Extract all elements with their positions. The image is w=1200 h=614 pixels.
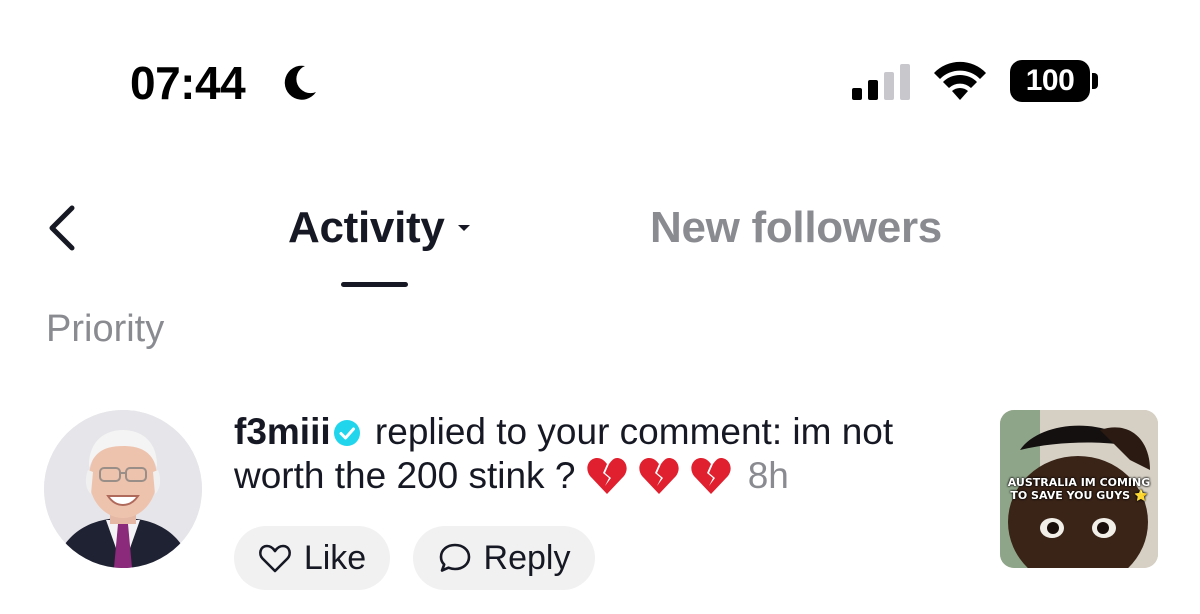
broken-heart-icon [639, 458, 679, 494]
username[interactable]: f3miii [234, 411, 331, 452]
tab-activity-label: Activity [288, 203, 445, 252]
reply-button[interactable]: Reply [413, 526, 595, 590]
signal-icon [852, 64, 910, 100]
status-time: 07:44 [130, 57, 246, 109]
tab-activity[interactable]: Activity [288, 198, 471, 258]
broken-heart-icon [691, 458, 731, 494]
reply-label: Reply [483, 538, 571, 577]
thumbnail-caption: AUSTRALIA IM COMING TO SAVE YOU GUYS ⭐ [1007, 476, 1151, 502]
verified-badge-icon [333, 420, 360, 446]
speech-bubble-icon [439, 543, 470, 572]
timestamp: 8h [747, 455, 789, 496]
activity-page: 07:44 100 Activity New followers Priorit… [0, 0, 1200, 614]
video-thumbnail[interactable]: AUSTRALIA IM COMING TO SAVE YOU GUYS ⭐ [1000, 410, 1158, 568]
battery-indicator: 100 [1010, 60, 1090, 102]
like-button[interactable]: Like [234, 526, 390, 590]
caret-down-icon [457, 225, 470, 231]
heart-outline-icon [258, 544, 291, 573]
broken-heart-icon [587, 458, 627, 494]
section-title: Priority [46, 308, 165, 350]
chevron-left-icon[interactable] [40, 200, 84, 256]
tab-new-followers[interactable]: New followers [650, 198, 942, 258]
battery-nub [1092, 73, 1098, 89]
moon-icon [284, 65, 316, 100]
avatar[interactable] [44, 410, 202, 568]
wifi-icon [934, 61, 986, 100]
active-tab-indicator [341, 282, 408, 287]
like-label: Like [303, 538, 367, 577]
notification-text: f3miii replied to your comment: im not w… [234, 410, 974, 498]
